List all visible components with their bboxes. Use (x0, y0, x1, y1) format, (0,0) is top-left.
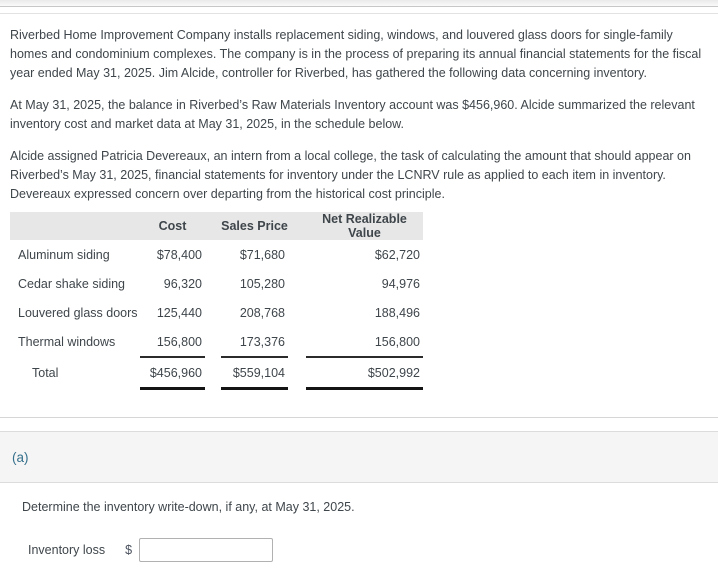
header-spacer (205, 212, 221, 240)
part-a-header: (a) (0, 431, 718, 483)
cost-value: 156,800 (156, 334, 202, 349)
item-name: Louvered glass doors (18, 305, 138, 320)
problem-statement: Riverbed Home Improvement Company instal… (0, 26, 718, 390)
table-row: Aluminum siding $78,400 $71,680 $62,720 (10, 240, 423, 269)
nrv-value: 188,496 (374, 305, 420, 320)
table-row: Thermal windows 156,800 173,376 156,800 (10, 327, 423, 357)
item-name: Thermal windows (18, 335, 116, 349)
table-row: Cedar shake siding 96,320 105,280 94,976 (10, 269, 423, 298)
part-a-label: (a) (12, 449, 29, 465)
toolbar-divider (0, 7, 718, 14)
inventory-loss-label: Inventory loss (28, 543, 106, 557)
inventory-table: Cost Sales Price Net Realizable Value Al… (10, 212, 423, 390)
sales-price-value: 105,280 (239, 276, 285, 291)
header-net-realizable-value: Net Realizable Value (306, 212, 423, 240)
table-total-row: Total $456,960 $559,104 $502,992 (10, 356, 423, 390)
total-nrv: $502,992 (306, 356, 423, 390)
assignment-page: Riverbed Home Improvement Company instal… (0, 0, 718, 574)
inventory-loss-input[interactable] (139, 538, 274, 562)
nrv-value: 156,800 (374, 334, 420, 349)
table-row: Louvered glass doors 125,440 208,768 188… (10, 298, 423, 327)
header-cost: Cost (140, 212, 205, 240)
header-bottom-edge (0, 0, 718, 7)
header-item (10, 212, 140, 240)
header-sales-price: Sales Price (221, 212, 288, 240)
item-name: Aluminum siding (18, 247, 110, 262)
cost-value: $78,400 (156, 247, 202, 262)
sales-price-value: $71,680 (239, 247, 285, 262)
table-header-row: Cost Sales Price Net Realizable Value (10, 212, 423, 240)
instruction-text: Determine the inventory write-down, if a… (22, 500, 355, 514)
sales-price-value: 208,768 (239, 305, 285, 320)
problem-paragraph-3: Alcide assigned Patricia Devereaux, an i… (10, 149, 691, 201)
sales-price-value: 173,376 (239, 334, 285, 349)
problem-paragraph-1: Riverbed Home Improvement Company instal… (10, 28, 702, 80)
dollar-sign: $ (125, 543, 133, 557)
total-sales-price: $559,104 (221, 356, 288, 390)
cost-value: 96,320 (163, 276, 202, 291)
answer-row: Inventory loss $ (22, 538, 718, 562)
item-name: Cedar shake siding (18, 276, 126, 291)
problem-paragraph-2: At May 31, 2025, the balance in Riverbed… (10, 98, 695, 131)
header-spacer (288, 212, 306, 240)
nrv-value: 94,976 (381, 276, 420, 291)
part-a-body: Determine the inventory write-down, if a… (0, 498, 718, 562)
total-cost: $456,960 (140, 356, 205, 390)
total-label: Total (32, 365, 59, 380)
nrv-value: $62,720 (374, 247, 420, 262)
cost-value: 125,440 (156, 305, 202, 320)
